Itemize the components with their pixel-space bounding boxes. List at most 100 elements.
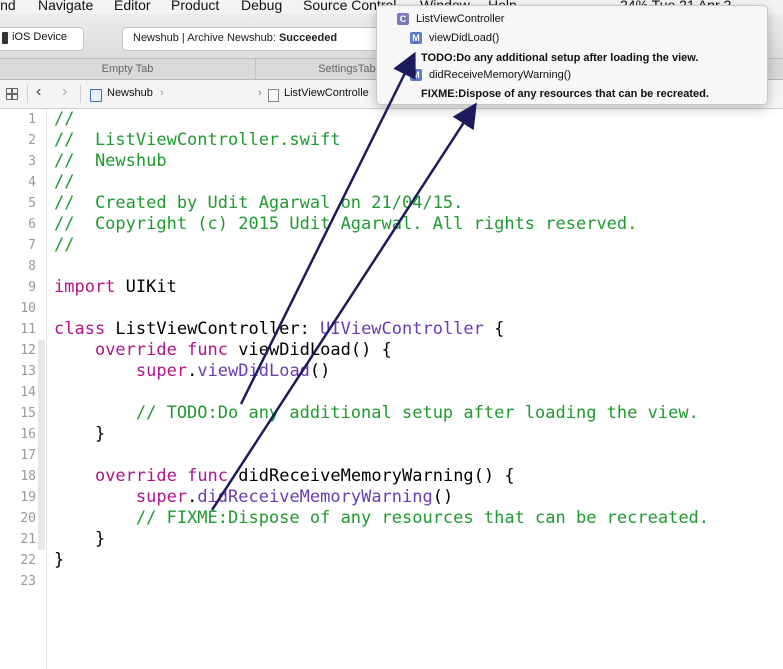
code-token: // Newshub: [54, 151, 167, 171]
code-token: UIViewController: [320, 319, 484, 339]
code-token: //: [54, 235, 75, 255]
menu-debug[interactable]: Debug: [241, 0, 282, 13]
line-number: 16: [20, 427, 36, 442]
project-icon: [90, 89, 102, 102]
popover-item-viewdidload[interactable]: viewDidLoad(): [429, 32, 499, 44]
line-number: 15: [20, 406, 36, 421]
line-number: 23: [20, 574, 36, 589]
code-token: ListViewController:: [105, 319, 321, 339]
line-number: 17: [20, 448, 36, 463]
code-token: (): [309, 361, 331, 381]
code-token: super: [135, 487, 188, 507]
line-number: 11: [20, 322, 36, 337]
code-token: // TODO:Do any additional setup after lo…: [54, 403, 699, 423]
code-token: // Copyright (c) 2015 Udit Agarwal. All …: [54, 214, 638, 234]
code-token: super: [135, 361, 188, 381]
code-token: // ListViewController.swift: [54, 130, 341, 150]
line-number: 7: [28, 238, 36, 253]
code-line[interactable]: import UIKit: [54, 277, 177, 298]
method-icon: M: [410, 69, 422, 81]
line-number: 19: [20, 490, 36, 505]
activity-text: Newshub | Archive Newshub: Succeeded: [133, 32, 338, 44]
code-token: // Created by Udit Agarwal on 21/04/15.: [54, 193, 464, 213]
breadcrumb-file[interactable]: ListViewControlle: [284, 87, 369, 99]
breadcrumb-project[interactable]: Newshub: [107, 87, 153, 99]
code-token: .: [187, 361, 198, 381]
line-number: 3: [28, 154, 36, 169]
back-arrow-icon[interactable]: ‹: [36, 83, 41, 101]
code-folding-ribbon[interactable]: [38, 340, 45, 550]
code-token: class: [54, 319, 106, 339]
code-line[interactable]: //: [54, 109, 74, 130]
code-line[interactable]: //: [54, 235, 74, 256]
line-number: 22: [20, 553, 36, 568]
forward-arrow-icon[interactable]: ›: [62, 83, 67, 101]
line-number: 2: [28, 133, 36, 148]
menu-editor[interactable]: Editor: [114, 0, 151, 13]
line-number: 5: [28, 196, 36, 211]
scheme-device-label: iOS Device: [12, 31, 68, 43]
activity-project: Newshub: [133, 32, 179, 44]
code-token: func: [176, 340, 229, 360]
popover-item-didreceivememorywarning[interactable]: didReceiveMemoryWarning(): [429, 69, 571, 81]
menu-product[interactable]: Product: [171, 0, 219, 13]
function-menu-popover: C ListViewController M viewDidLoad() TOD…: [376, 5, 768, 105]
chevron-right-icon: ›: [258, 87, 262, 99]
class-icon: C: [397, 13, 409, 25]
code-token: UIKit: [115, 277, 177, 297]
iphone-icon: [2, 32, 8, 44]
jumpbar-divider: [27, 85, 28, 103]
code-line[interactable]: override func viewDidLoad() {: [54, 340, 392, 361]
code-line[interactable]: }: [54, 550, 64, 571]
menu-navigate[interactable]: Navigate: [38, 0, 93, 13]
activity-status: Succeeded: [278, 32, 338, 44]
code-token: didReceiveMemoryWarning: [197, 487, 433, 507]
code-line[interactable]: }: [54, 529, 105, 550]
code-line[interactable]: super.viewDidLoad(): [54, 361, 331, 382]
code-line[interactable]: super.didReceiveMemoryWarning(): [54, 487, 453, 508]
code-token: // FIXME:Dispose of any resources that c…: [54, 508, 710, 528]
code-token: viewDidLoad() {: [228, 340, 392, 360]
method-icon: M: [410, 32, 422, 44]
code-line[interactable]: // ListViewController.swift: [54, 130, 341, 151]
line-number: 4: [28, 175, 36, 190]
line-number: 14: [20, 385, 36, 400]
popover-item-todo[interactable]: TODO:Do any additional setup after loadi…: [421, 52, 698, 64]
chevron-right-icon: ›: [160, 87, 164, 99]
code-line[interactable]: //: [54, 172, 74, 193]
activity-viewer: Newshub | Archive Newshub: Succeeded: [122, 27, 382, 51]
code-line[interactable]: // TODO:Do any additional setup after lo…: [54, 403, 699, 424]
code-line[interactable]: // Copyright (c) 2015 Udit Agarwal. All …: [54, 214, 637, 235]
line-number: 21: [20, 532, 36, 547]
code-line[interactable]: class ListViewController: UIViewControll…: [54, 319, 504, 340]
swift-file-icon: [268, 89, 279, 102]
code-line[interactable]: }: [54, 424, 105, 445]
jumpbar-divider: [80, 85, 81, 103]
line-number: 20: [20, 511, 36, 526]
line-number: 6: [28, 217, 36, 232]
code-token: didReceiveMemoryWarning() {: [228, 466, 515, 486]
code-line[interactable]: // Created by Udit Agarwal on 21/04/15.: [54, 193, 463, 214]
code-token: .: [187, 487, 198, 507]
code-line[interactable]: // Newshub: [54, 151, 167, 172]
popover-item-fixme[interactable]: FIXME:Dispose of any resources that can …: [421, 88, 709, 100]
line-number: 9: [28, 280, 36, 295]
code-line[interactable]: // FIXME:Dispose of any resources that c…: [54, 508, 709, 529]
code-line[interactable]: override func didReceiveMemoryWarning() …: [54, 466, 515, 487]
menu-find[interactable]: ind: [0, 0, 16, 13]
code-token: override: [94, 466, 177, 486]
line-number: 18: [20, 469, 36, 484]
scheme-device-selector[interactable]: iOS Device: [0, 27, 84, 51]
code-token: }: [54, 550, 65, 570]
code-token: }: [54, 424, 106, 444]
related-items-grid-icon[interactable]: [6, 88, 18, 100]
code-token: //: [54, 172, 75, 192]
line-number: 13: [20, 364, 36, 379]
popover-item-class[interactable]: ListViewController: [416, 13, 504, 25]
source-editor[interactable]: 1 2 3 4 5 6 7 8 9 10 11 12 13 14 15 16 17 18 19 20 21 22 23 //…: [0, 109, 783, 669]
tab-empty[interactable]: Empty Tab: [0, 59, 256, 79]
